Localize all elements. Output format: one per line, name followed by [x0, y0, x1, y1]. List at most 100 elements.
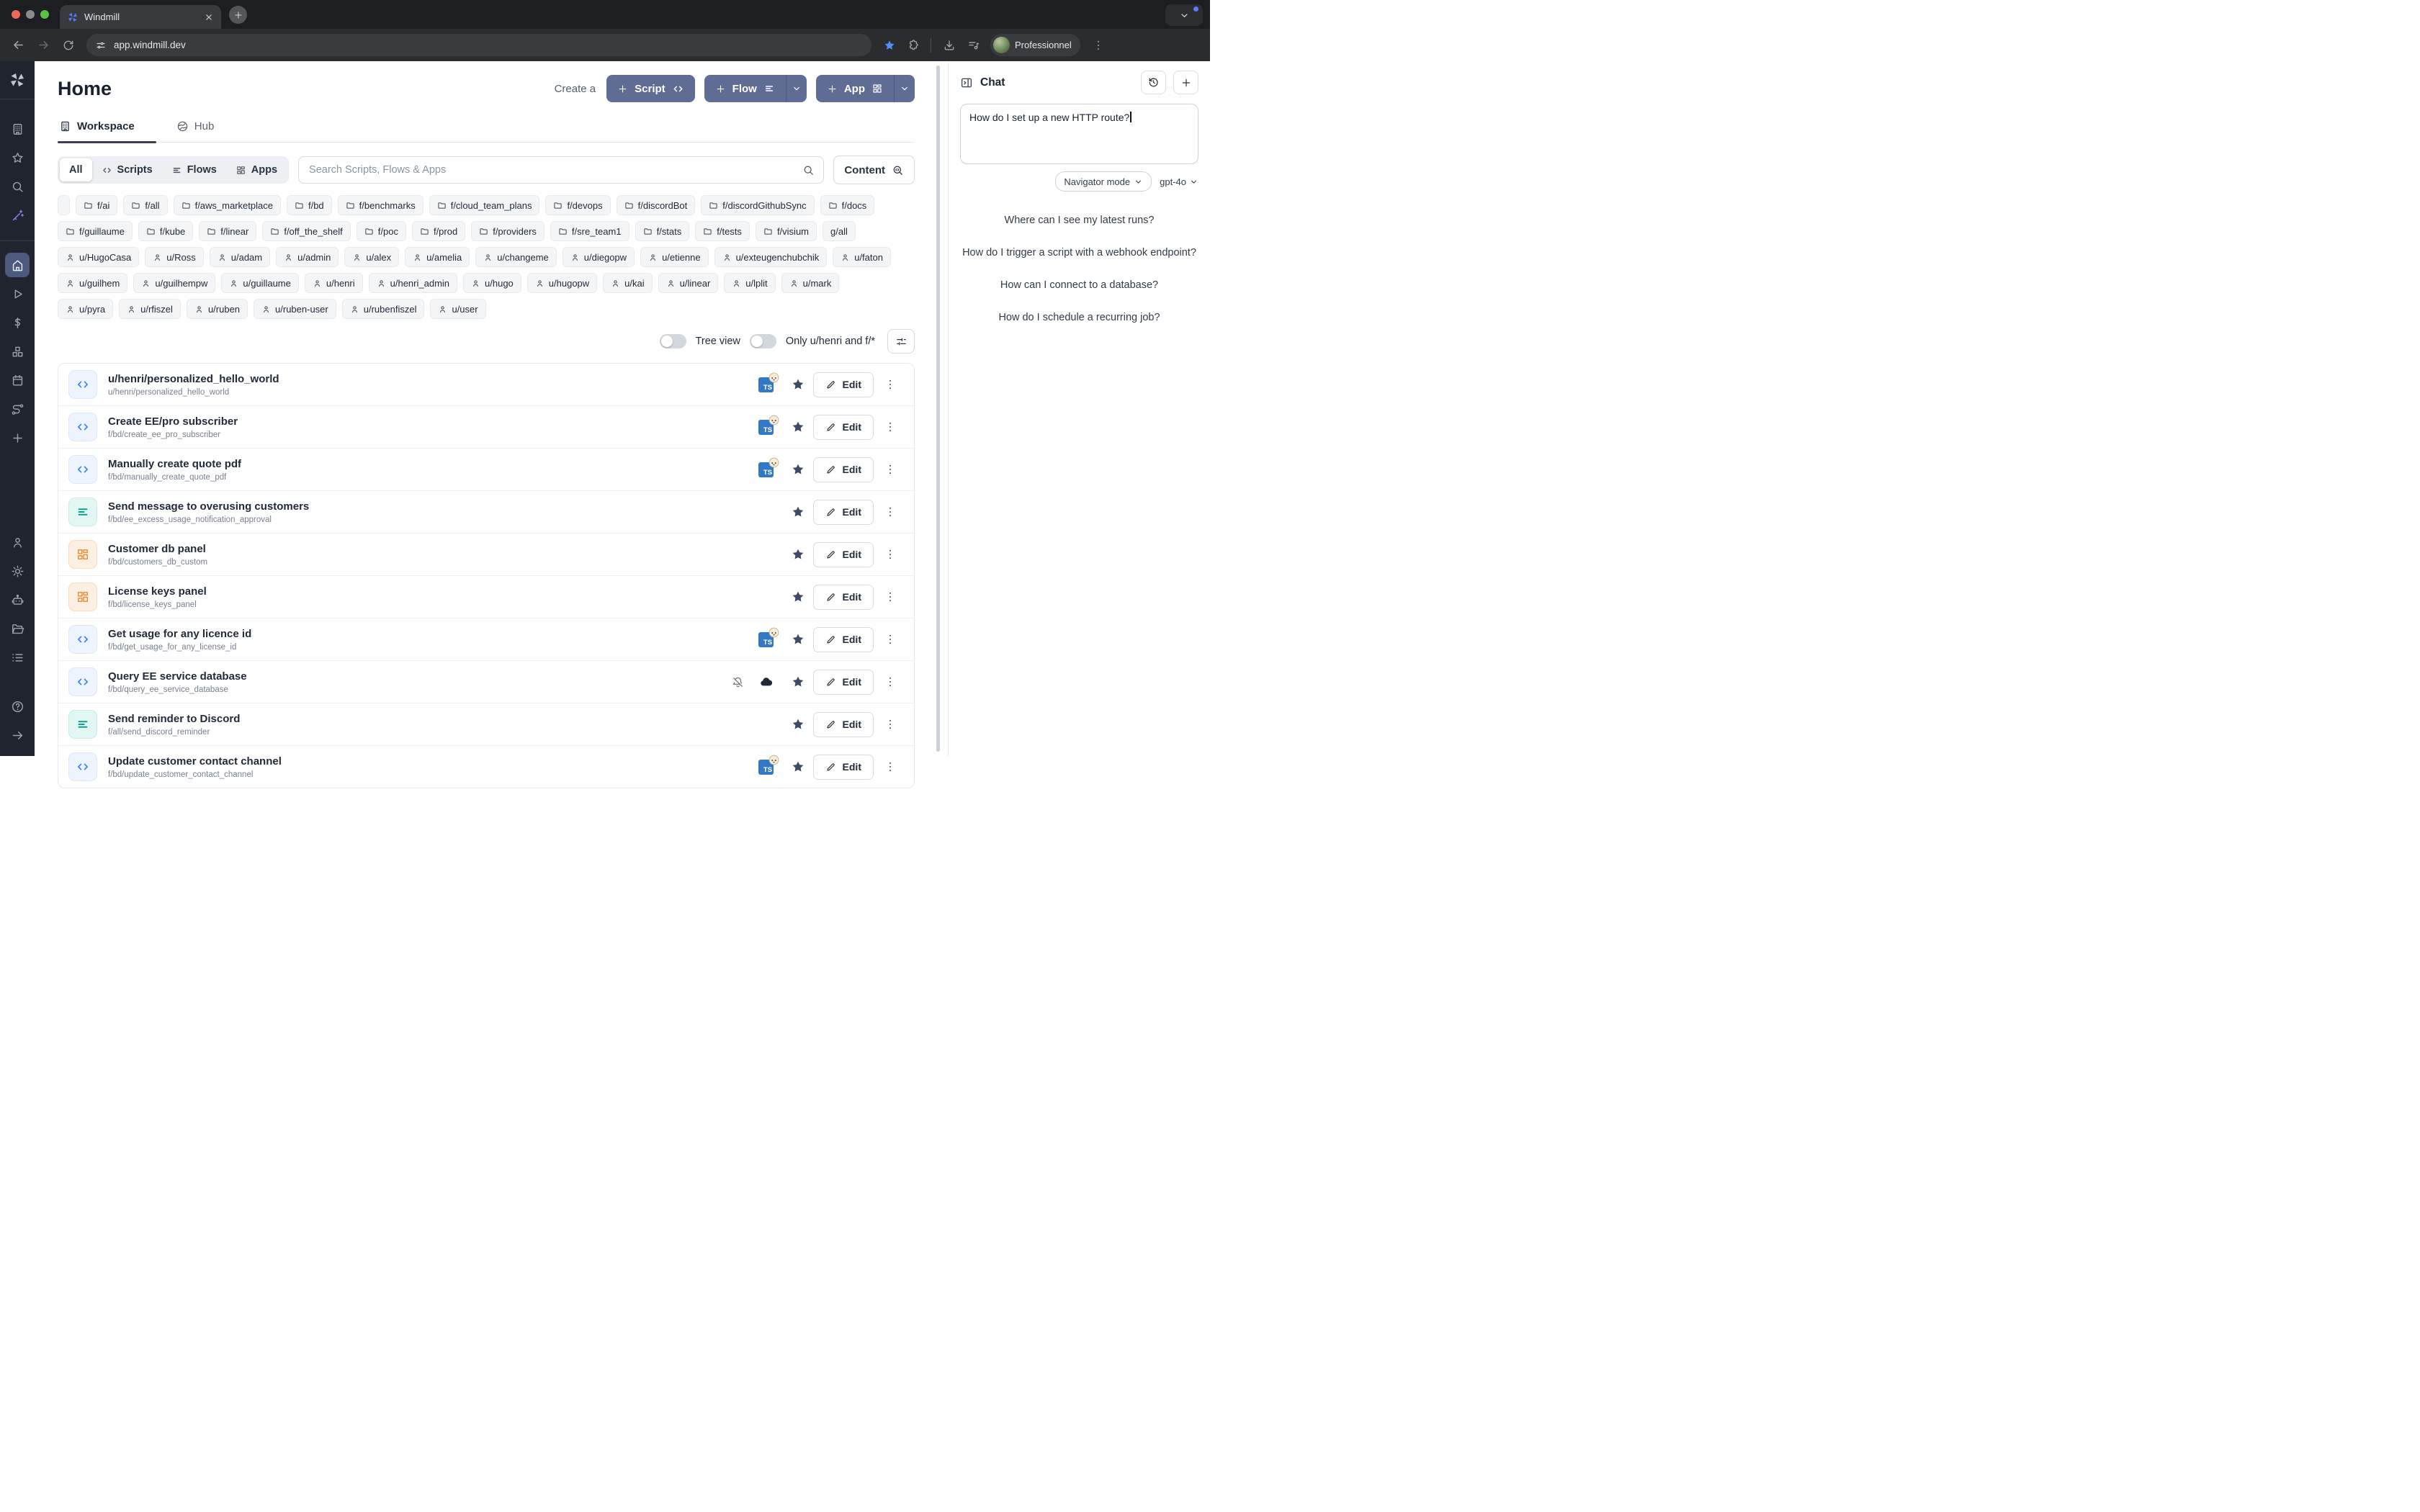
folder-chip[interactable]: f/all	[123, 195, 167, 215]
folder-chip[interactable]: f/devops	[545, 195, 610, 215]
user-chip[interactable]: u/kai	[603, 273, 652, 293]
sidebar-item-expand[interactable]	[5, 723, 30, 747]
folder-chip[interactable]: f/cloud_team_plans	[429, 195, 540, 215]
chat-mode-select[interactable]: Navigator mode	[1055, 171, 1152, 192]
download-icon[interactable]	[943, 39, 956, 52]
folder-chip[interactable]: f/tests	[695, 221, 750, 241]
sidebar-item-runs[interactable]	[5, 282, 30, 306]
window-minimize-button[interactable]	[26, 10, 35, 19]
user-chip[interactable]: u/admin	[276, 247, 339, 267]
chat-new-button[interactable]	[1173, 71, 1198, 94]
segment-all[interactable]: All	[60, 158, 92, 181]
item-menu-button[interactable]	[877, 760, 904, 773]
browser-menu-dots-icon[interactable]	[1092, 39, 1105, 52]
reload-icon[interactable]	[62, 39, 75, 52]
folder-chip[interactable]: f/discordGithubSync	[701, 195, 814, 215]
item-title[interactable]: Send message to overusing customers	[108, 500, 309, 513]
sidebar-item-schedules[interactable]	[5, 368, 30, 392]
item-menu-button[interactable]	[877, 548, 904, 561]
user-chip[interactable]: u/user	[430, 299, 485, 319]
item-title[interactable]: License keys panel	[108, 585, 207, 598]
folder-chip[interactable]: f/kube	[138, 221, 193, 241]
segment-apps[interactable]: Apps	[226, 158, 287, 181]
user-chip[interactable]: u/adam	[210, 247, 270, 267]
folder-chip[interactable]: f/benchmarks	[338, 195, 424, 215]
media-controls-icon[interactable]	[967, 39, 980, 52]
window-zoom-button[interactable]	[40, 10, 49, 19]
url-bar[interactable]: app.windmill.dev	[86, 34, 871, 56]
sidebar-item-users[interactable]	[5, 530, 30, 554]
search-box[interactable]	[298, 156, 824, 184]
edit-button[interactable]: Edit	[813, 712, 874, 737]
chat-suggestion[interactable]: Where can I see my latest runs?	[1005, 215, 1155, 226]
window-close-button[interactable]	[12, 10, 20, 19]
item-menu-button[interactable]	[877, 463, 904, 476]
chat-suggestion[interactable]: How can I connect to a database?	[1000, 279, 1158, 291]
sidebar-item-ai[interactable]	[5, 203, 30, 228]
item-title[interactable]: Get usage for any licence id	[108, 628, 251, 640]
user-chip[interactable]: u/guilhem	[58, 273, 127, 293]
item-title[interactable]: Send reminder to Discord	[108, 713, 240, 725]
create-app-button[interactable]: App	[816, 75, 915, 102]
extensions-puzzle-icon[interactable]	[908, 39, 920, 52]
favorite-star[interactable]	[783, 632, 813, 647]
user-chip[interactable]: u/pyra	[58, 299, 113, 319]
favorite-star[interactable]	[783, 675, 813, 689]
folder-chip[interactable]: f/discordBot	[617, 195, 696, 215]
group-chip[interactable]: g/all	[823, 221, 856, 241]
item-title[interactable]: Manually create quote pdf	[108, 458, 241, 470]
item-menu-button[interactable]	[877, 505, 904, 518]
favorite-star[interactable]	[783, 547, 813, 562]
blank-chip[interactable]	[58, 195, 70, 215]
tune-icon[interactable]	[95, 40, 107, 51]
chat-history-button[interactable]	[1141, 71, 1166, 94]
folder-chip[interactable]: f/providers	[471, 221, 544, 241]
sidebar-item-spend[interactable]	[5, 310, 30, 335]
item-menu-button[interactable]	[877, 590, 904, 603]
sidebar-item-audit-logs[interactable]	[5, 645, 30, 670]
scrollbar-thumb[interactable]	[936, 66, 940, 752]
only-mine-toggle[interactable]	[750, 334, 776, 348]
user-chip[interactable]: u/rubenfiszel	[342, 299, 425, 319]
favorite-star[interactable]	[783, 590, 813, 604]
folder-chip[interactable]: f/ai	[76, 195, 117, 215]
sidebar-item-workspace[interactable]	[5, 117, 30, 141]
edit-button[interactable]: Edit	[813, 670, 874, 695]
sidebar-item-search[interactable]	[5, 174, 30, 199]
tab-hub[interactable]: Hub	[175, 120, 220, 142]
item-title[interactable]: Query EE service database	[108, 670, 247, 683]
folder-chip[interactable]: f/off_the_shelf	[262, 221, 350, 241]
panel-collapse-icon[interactable]	[960, 76, 973, 89]
edit-button[interactable]: Edit	[813, 585, 874, 610]
create-script-button[interactable]: Script	[606, 75, 695, 102]
windmill-logo[interactable]	[0, 61, 35, 99]
app-dropdown[interactable]	[894, 75, 915, 102]
user-chip[interactable]: u/hugo	[463, 273, 521, 293]
sidebar-item-folders[interactable]	[5, 616, 30, 641]
chat-suggestion[interactable]: How do I trigger a script with a webhook…	[962, 247, 1196, 258]
sidebar-item-add[interactable]	[5, 426, 30, 450]
edit-button[interactable]: Edit	[813, 457, 874, 482]
folder-chip[interactable]: f/stats	[635, 221, 690, 241]
user-chip[interactable]: u/ruben	[187, 299, 248, 319]
url-text[interactable]: app.windmill.dev	[114, 40, 186, 50]
segment-scripts[interactable]: Scripts	[92, 158, 162, 181]
tab-close-icon[interactable]	[204, 12, 214, 22]
item-menu-button[interactable]	[877, 675, 904, 688]
user-chip[interactable]: u/exteugenchubchik	[714, 247, 828, 267]
sidebar-item-workers[interactable]	[5, 588, 30, 612]
flow-dropdown[interactable]	[786, 75, 807, 102]
item-menu-button[interactable]	[877, 378, 904, 391]
user-chip[interactable]: u/lplit	[724, 273, 775, 293]
user-chip[interactable]: u/diegopw	[563, 247, 635, 267]
user-chip[interactable]: u/linear	[658, 273, 719, 293]
folder-chip[interactable]: f/visium	[756, 221, 817, 241]
edit-button[interactable]: Edit	[813, 500, 874, 525]
user-chip[interactable]: u/mark	[781, 273, 840, 293]
item-title[interactable]: Create EE/pro subscriber	[108, 415, 238, 428]
favorite-star[interactable]	[783, 505, 813, 519]
tab-workspace[interactable]: Workspace	[58, 120, 140, 142]
folder-chip[interactable]: f/prod	[412, 221, 465, 241]
edit-button[interactable]: Edit	[813, 627, 874, 652]
chat-model-select[interactable]: gpt-4o	[1160, 176, 1198, 187]
